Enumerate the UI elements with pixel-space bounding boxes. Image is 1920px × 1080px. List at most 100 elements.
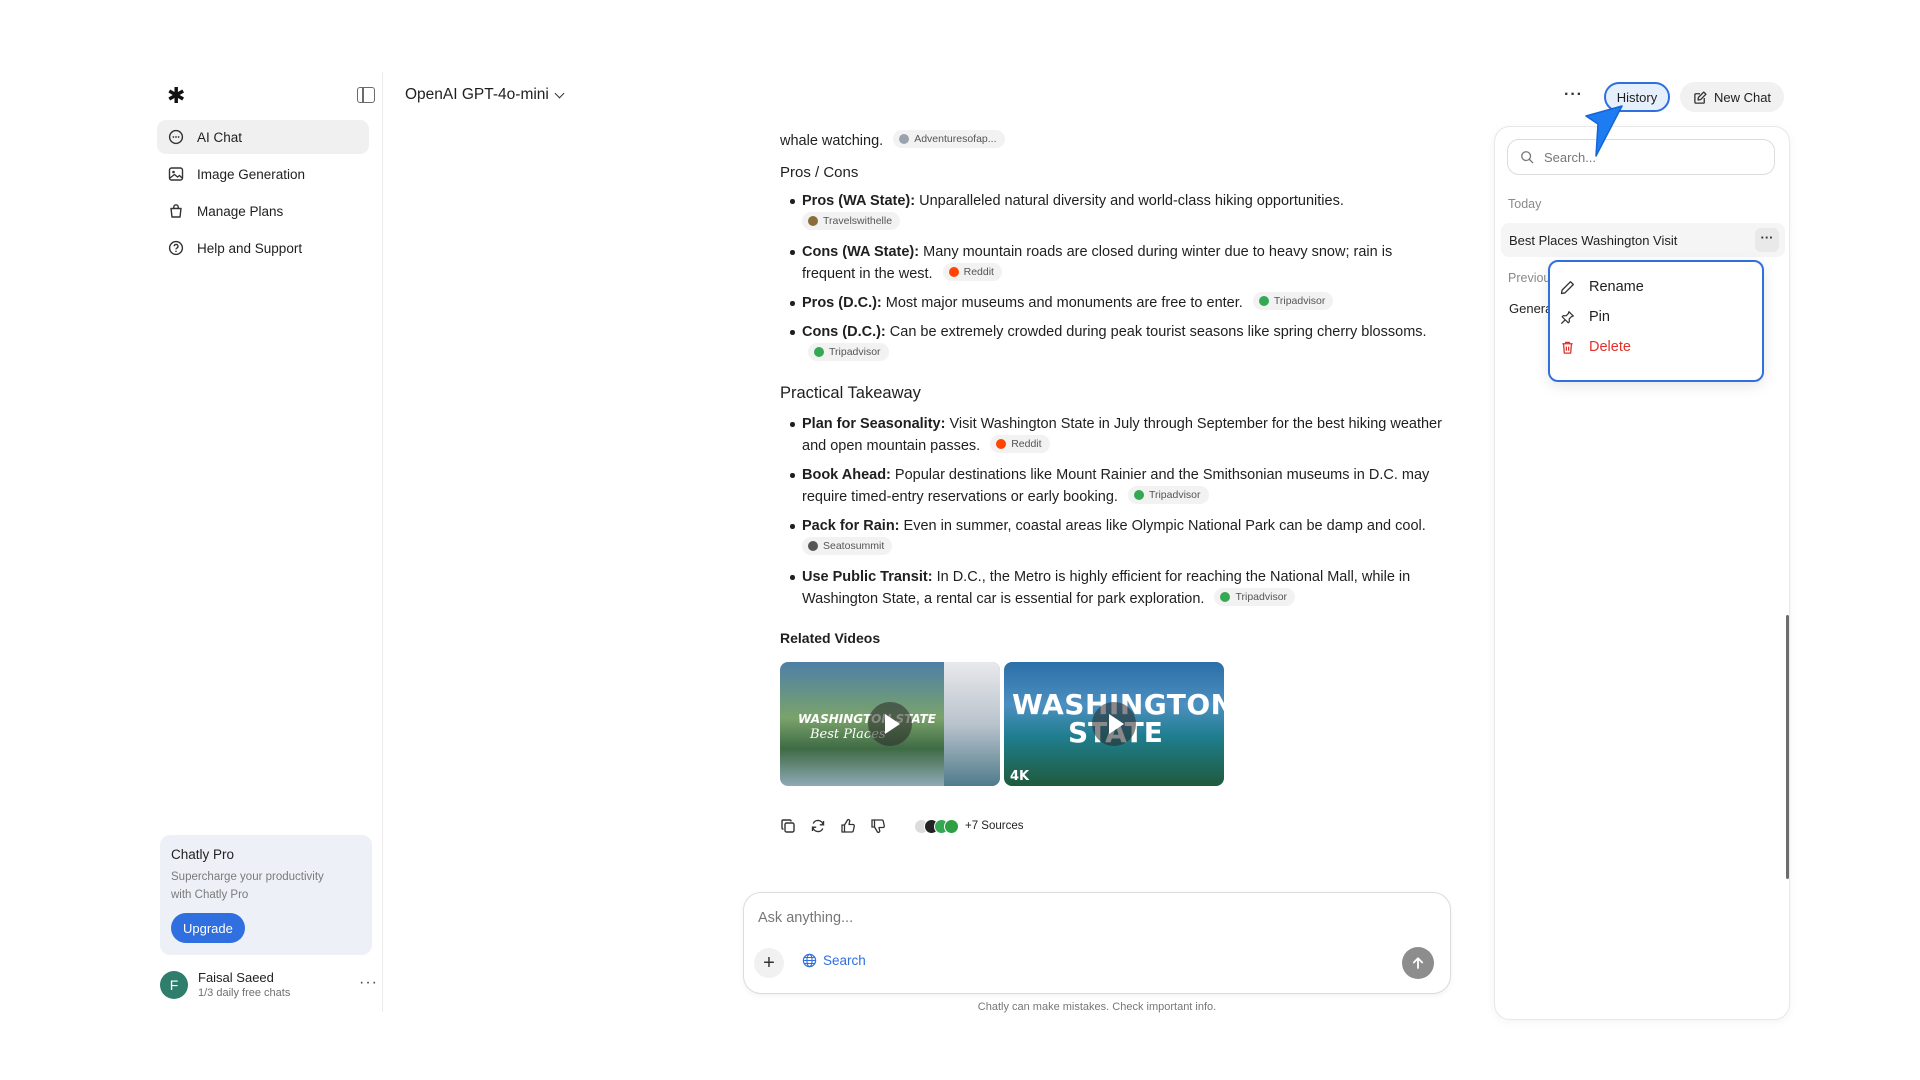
source-label: Adventuresofap... xyxy=(914,133,997,145)
more-options-icon[interactable]: ··· xyxy=(1755,228,1779,252)
item-text: Unparalleled natural diversity and world… xyxy=(919,193,1344,209)
history-context-menu: Rename Pin Delete xyxy=(1548,260,1764,382)
delete-label: Delete xyxy=(1589,339,1631,355)
source-chip[interactable]: Reddit xyxy=(990,435,1050,453)
source-chip[interactable]: Tripadvisor xyxy=(1127,486,1209,504)
pin-label: Pin xyxy=(1589,309,1610,325)
edit-icon xyxy=(1694,90,1707,104)
copy-icon[interactable] xyxy=(780,818,796,834)
user-profile[interactable]: F Faisal Saeed 1/3 daily free chats ··· xyxy=(160,968,378,1002)
sidebar-item-label: AI Chat xyxy=(197,129,243,145)
pin-menu-item[interactable]: Pin xyxy=(1560,303,1754,331)
message-input[interactable] xyxy=(758,907,1358,929)
sidebar-toggle-icon[interactable] xyxy=(357,87,375,103)
sidebar-item-manage-plans[interactable]: Manage Plans xyxy=(157,194,369,228)
model-selector[interactable]: OpenAI GPT-4o-mini xyxy=(405,86,565,104)
delete-menu-item[interactable]: Delete xyxy=(1560,333,1754,361)
response-fragment: whale watching. Adventuresofap... xyxy=(780,130,1340,152)
pros-cons-heading: Pros / Cons xyxy=(780,164,859,181)
trash-icon xyxy=(1562,341,1573,354)
send-button[interactable] xyxy=(1402,947,1434,979)
source-chip[interactable]: Seatosummit xyxy=(802,537,893,555)
search-label: Search xyxy=(823,953,866,968)
source-label: Tripadvisor xyxy=(1273,295,1326,307)
play-icon[interactable] xyxy=(868,702,912,746)
chevron-down-icon xyxy=(554,88,565,98)
message-composer: + Search xyxy=(743,892,1451,994)
list-item: Plan for Seasonality: Visit Washington S… xyxy=(780,413,1446,457)
bag-icon xyxy=(168,203,184,219)
user-name: Faisal Saeed xyxy=(198,970,274,985)
web-search-toggle[interactable]: Search xyxy=(802,953,866,968)
user-more-icon[interactable]: ··· xyxy=(359,974,378,992)
source-chip[interactable]: Adventuresofap... xyxy=(893,130,1005,148)
video-4k-badge: 4K xyxy=(1010,769,1030,784)
item-text: Can be extremely crowded during peak tou… xyxy=(889,324,1427,340)
source-favicons[interactable] xyxy=(914,818,959,834)
source-chip[interactable]: Tripadvisor xyxy=(808,343,889,361)
chatly-logo-icon[interactable]: ✱ xyxy=(167,84,185,108)
list-item: Cons (WA State): Many mountain roads are… xyxy=(780,241,1446,285)
item-label: Book Ahead: xyxy=(802,467,891,483)
item-label: Pros (WA State): xyxy=(802,193,916,209)
takeaway-heading: Practical Takeaway xyxy=(780,384,921,402)
list-item: Pros (WA State): Unparalleled natural di… xyxy=(780,190,1446,234)
chat-bubble-icon xyxy=(168,129,184,145)
pro-subtitle: Supercharge your productivity with Chatl… xyxy=(171,871,324,901)
cursor-arrow-icon xyxy=(1585,105,1623,157)
play-icon[interactable] xyxy=(1092,702,1136,746)
avatar: F xyxy=(160,971,188,999)
list-item: Pack for Rain: Even in summer, coastal a… xyxy=(780,515,1446,559)
thumbs-up-icon[interactable] xyxy=(840,818,856,834)
item-label: Use Public Transit: xyxy=(802,569,933,585)
fragment-text: whale watching. xyxy=(780,133,884,149)
source-chip[interactable]: Travelswithelle xyxy=(802,212,901,230)
model-name: OpenAI GPT-4o-mini xyxy=(405,86,549,103)
video-thumbnail[interactable]: WASHINGTON STATE Best Places xyxy=(780,662,1000,786)
upgrade-button[interactable]: Upgrade xyxy=(171,913,245,943)
source-label: Tripadvisor xyxy=(829,346,881,358)
source-chip[interactable]: Tripadvisor xyxy=(1214,588,1296,606)
history-search-input[interactable] xyxy=(1544,149,1744,165)
pro-upsell-card: Chatly Pro Supercharge your productivity… xyxy=(160,835,372,955)
group-label-previous: Previous xyxy=(1508,271,1552,285)
disclaimer: Chatly can make mistakes. Check importan… xyxy=(977,1001,1217,1013)
new-chat-button[interactable]: New Chat xyxy=(1680,82,1784,112)
sidebar-item-label: Image Generation xyxy=(197,166,306,182)
history-search[interactable] xyxy=(1507,139,1775,175)
user-quota: 1/3 daily free chats xyxy=(198,987,291,999)
list-item: Cons (D.C.): Can be extremely crowded du… xyxy=(780,321,1446,365)
source-label: Tripadvisor xyxy=(1148,489,1201,501)
item-text: Popular destinations like Mount Rainier … xyxy=(802,467,1430,505)
sidebar-item-help-and-support[interactable]: Help and Support xyxy=(157,231,369,265)
thumbs-down-icon[interactable] xyxy=(870,818,886,834)
pencil-icon xyxy=(1560,280,1574,294)
sidebar-item-ai-chat[interactable]: AI Chat xyxy=(157,120,369,154)
list-item: Use Public Transit: In D.C., the Metro i… xyxy=(780,566,1446,610)
history-scrollbar[interactable] xyxy=(1786,615,1789,879)
source-chip[interactable]: Tripadvisor xyxy=(1252,292,1334,310)
sidebar-item-image-generation[interactable]: Image Generation xyxy=(157,157,369,191)
item-label: Pack for Rain: xyxy=(802,518,900,534)
history-item[interactable]: General xyxy=(1501,291,1551,325)
item-label: Plan for Seasonality: xyxy=(802,416,946,432)
video-thumbnail[interactable]: WASHINGTON STATE 4K xyxy=(1004,662,1224,786)
group-label-today: Today xyxy=(1508,197,1542,211)
source-label: Tripadvisor xyxy=(1235,591,1288,603)
regenerate-icon[interactable] xyxy=(810,818,826,834)
attach-plus-button[interactable]: + xyxy=(754,948,784,978)
source-chip[interactable]: Reddit xyxy=(942,263,1002,281)
item-label: Cons (D.C.): xyxy=(802,324,886,340)
rename-menu-item[interactable]: Rename xyxy=(1560,273,1754,301)
rename-label: Rename xyxy=(1589,279,1644,295)
arrow-up-icon xyxy=(1412,957,1424,969)
help-circle-icon xyxy=(168,240,184,256)
image-icon xyxy=(168,166,184,182)
item-label: Cons (WA State): xyxy=(802,244,920,260)
source-label: Travelswithelle xyxy=(823,215,893,227)
item-text: Even in summer, coastal areas like Olymp… xyxy=(903,518,1426,534)
history-item[interactable]: Best Places Washington Visit ··· xyxy=(1501,223,1785,257)
list-item: Book Ahead: Popular destinations like Mo… xyxy=(780,464,1446,508)
sources-count[interactable]: +7 Sources xyxy=(965,815,1024,837)
pros-cons-list: Pros (WA State): Unparalleled natural di… xyxy=(780,190,1446,372)
